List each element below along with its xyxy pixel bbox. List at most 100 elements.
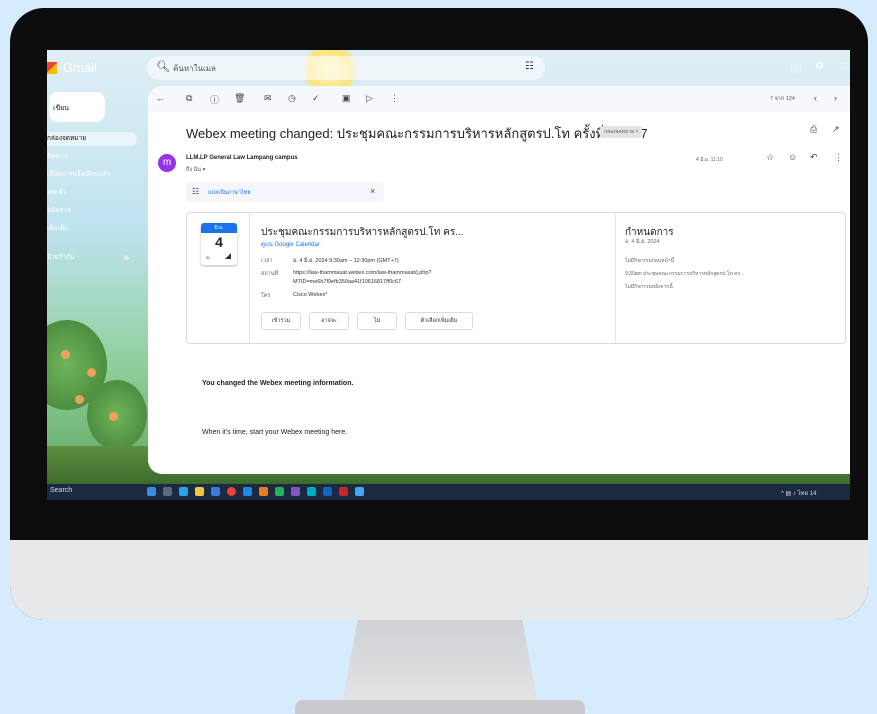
where-link-line1[interactable]: https://law-thammasat.webex.com/law-tham… xyxy=(293,270,431,276)
email-panel: ← ⧉ ⓘ 🗑︎ ✉ ◷ ✓ ▣ ▷ ⋮ 7 จาก 124 ‹ › Webex… xyxy=(148,86,850,474)
sidebar-item-snoozed[interactable]: เลื่อนการแจ้งเตือนแล้ว xyxy=(47,168,137,182)
agenda-item[interactable]: 9:30am ประชุมคณะกรรมการบริหารหลักสูตรป.โ… xyxy=(625,270,744,278)
rsvp-more-options-button[interactable]: ตัวเลือกเพิ่มเติม xyxy=(405,312,473,330)
divider xyxy=(615,213,616,343)
calendar-invite-card: มิ.ย. 4 อ. ประชุมคณะกรรมการบริหารหลักสูต… xyxy=(186,212,846,344)
agenda-date: อ. 4 มิ.ย. 2024 xyxy=(625,239,660,245)
search-bar[interactable]: 🔍︎ ค้นหาในเมล ☷ xyxy=(147,56,545,80)
agenda-item: ไม่มีกิจกรรมหลังจากนี้ xyxy=(625,284,673,290)
calendar-weekday: อ. xyxy=(206,255,211,261)
gmail-logo[interactable]: Gmail xyxy=(47,60,117,76)
sender-name[interactable]: LLM.LP General Law Lampang campus xyxy=(186,155,298,161)
translate-link[interactable]: แปลเป็นภาษาไทย xyxy=(208,189,251,197)
corner-arrow-icon xyxy=(225,253,231,259)
apps-grid-icon[interactable]: ∷ xyxy=(839,61,845,72)
app-icon[interactable] xyxy=(275,487,284,496)
task-view-icon[interactable] xyxy=(163,487,172,496)
more-vert-icon[interactable]: ⋮ xyxy=(834,152,843,163)
calendar-date-icon: มิ.ย. 4 อ. xyxy=(201,223,237,265)
more-vert-icon[interactable]: ⋮ xyxy=(390,93,399,104)
app-icon[interactable] xyxy=(307,487,316,496)
where-link-line2[interactable]: MTID=me6b7f9efb350aa41f10616817ff0c67 xyxy=(293,279,401,285)
screen: Gmail 🔍︎ ค้นหาในเมล ☷ ⓘ ⚙ ∷ เขียน กล่องจ… xyxy=(47,50,850,500)
translate-icon: ☷ xyxy=(192,187,200,196)
rsvp-maybe-button[interactable]: อาจจะ xyxy=(309,312,349,330)
monitor-chin xyxy=(10,540,868,620)
who-value: Cisco Webex* xyxy=(293,292,328,298)
taskbar-search[interactable]: Search xyxy=(50,487,72,494)
translate-bar: ☷ แปลเป็นภาษาไทย × xyxy=(186,182,384,202)
wallpaper-fruit xyxy=(109,412,118,421)
gmail-m-icon xyxy=(47,62,57,74)
next-page-icon[interactable]: › xyxy=(834,93,837,103)
webex-start-text: When it's time, start your Webex meeting… xyxy=(202,429,348,436)
when-value: อ. 4 มิ.ย. 2024 9:30am – 12:30pm (GMT+7) xyxy=(293,258,399,264)
who-label: ใคร xyxy=(261,293,271,299)
prev-page-icon[interactable]: ‹ xyxy=(814,93,817,103)
store-icon[interactable] xyxy=(211,487,220,496)
close-icon[interactable]: × xyxy=(370,186,375,196)
sidebar-item-more[interactable]: เพิ่มเติม xyxy=(47,222,137,236)
search-input[interactable]: ค้นหาในเมล xyxy=(173,62,216,75)
star-icon[interactable]: ☆ xyxy=(766,152,774,163)
recipient-dropdown[interactable]: ถึง ฉัน ▾ xyxy=(186,166,205,174)
rsvp-no-button[interactable]: ไม่ xyxy=(357,312,397,330)
back-arrow-icon[interactable]: ← xyxy=(156,93,165,103)
system-tray[interactable]: ^ ▤ ♪ ไทย 14 xyxy=(781,488,816,498)
label-icon[interactable]: ▷ xyxy=(366,93,373,104)
print-icon[interactable]: ⎙ xyxy=(810,124,817,135)
app-icon[interactable] xyxy=(355,487,364,496)
webex-changed-text: You changed the Webex meeting informatio… xyxy=(202,380,354,387)
settings-icon[interactable]: ⚙ xyxy=(815,61,824,72)
sidebar-item-starred[interactable]: ติดดาว xyxy=(47,150,137,164)
add-label-button[interactable]: + xyxy=(123,251,130,265)
wallpaper-fruit xyxy=(61,350,70,359)
archive-icon[interactable]: ⧉ xyxy=(186,93,192,104)
wallpaper-fruit xyxy=(75,395,84,404)
add-task-icon[interactable]: ✓ xyxy=(312,93,320,104)
email-subject: Webex meeting changed: ประชุมคณะกรรมการบ… xyxy=(186,126,648,141)
move-to-icon[interactable]: ▣ xyxy=(342,93,351,104)
edge-icon[interactable] xyxy=(179,487,188,496)
divider xyxy=(249,213,250,343)
sidebar-item-drafts[interactable]: ฉบับร่าง xyxy=(47,204,137,218)
monitor-stand-base xyxy=(295,700,585,714)
delete-icon[interactable]: 🗑︎ xyxy=(234,93,245,104)
taskbar: Search ^ ▤ ♪ ไทย 14 xyxy=(47,484,850,500)
app-icon[interactable] xyxy=(291,487,300,496)
wallpaper-fruit xyxy=(87,368,96,377)
report-spam-icon[interactable]: ⓘ xyxy=(210,93,219,106)
reply-icon[interactable]: ↶ xyxy=(810,152,818,163)
file-explorer-icon[interactable] xyxy=(195,487,204,496)
inbox-label-chip[interactable]: กล่องจดหมาย × xyxy=(600,126,643,138)
pagination-text: 7 จาก 124 xyxy=(770,96,795,102)
calendar-day: 4 xyxy=(215,234,223,250)
where-label: สถานที่ xyxy=(261,271,279,277)
mark-unread-icon[interactable]: ✉ xyxy=(264,93,272,104)
rsvp-yes-button[interactable]: เข้าร่วม xyxy=(261,312,301,330)
sidebar-item-sent[interactable]: ส่งแล้ว xyxy=(47,186,137,200)
open-new-window-icon[interactable]: ↗ xyxy=(832,124,840,135)
acrobat-icon[interactable] xyxy=(339,487,348,496)
search-icon[interactable]: 🔍︎ xyxy=(156,60,170,73)
sender-avatar: m xyxy=(158,154,176,172)
google-calendar-link[interactable]: ดูบน Google Calendar xyxy=(261,239,320,249)
search-options-icon[interactable]: ☷ xyxy=(525,61,534,72)
emoji-icon[interactable]: ☺ xyxy=(788,152,797,162)
calendar-month: มิ.ย. xyxy=(201,223,237,233)
event-title[interactable]: ประชุมคณะกรรมการบริหารหลักสูตรป.โท คร... xyxy=(261,225,464,240)
email-date: 4 มิ.ย. 11:10 xyxy=(696,157,723,163)
help-icon[interactable]: ⓘ xyxy=(791,61,801,76)
when-label: เวลา xyxy=(261,258,273,264)
monitor-stand xyxy=(342,620,538,706)
compose-button[interactable]: เขียน xyxy=(49,92,105,122)
chrome-icon[interactable] xyxy=(227,487,236,496)
snooze-icon[interactable]: ◷ xyxy=(288,93,296,104)
sidebar-item-inbox[interactable]: กล่องจดหมาย xyxy=(47,132,137,146)
agenda-item: ไม่มีกิจกรรมก่อนหน้านี้ xyxy=(625,258,675,264)
email-toolbar: ← ⧉ ⓘ 🗑︎ ✉ ◷ ✓ ▣ ▷ ⋮ 7 จาก 124 ‹ › xyxy=(148,86,850,112)
word-icon[interactable] xyxy=(323,487,332,496)
app-icon[interactable] xyxy=(259,487,268,496)
start-icon[interactable] xyxy=(147,487,156,496)
app-icon[interactable] xyxy=(243,487,252,496)
